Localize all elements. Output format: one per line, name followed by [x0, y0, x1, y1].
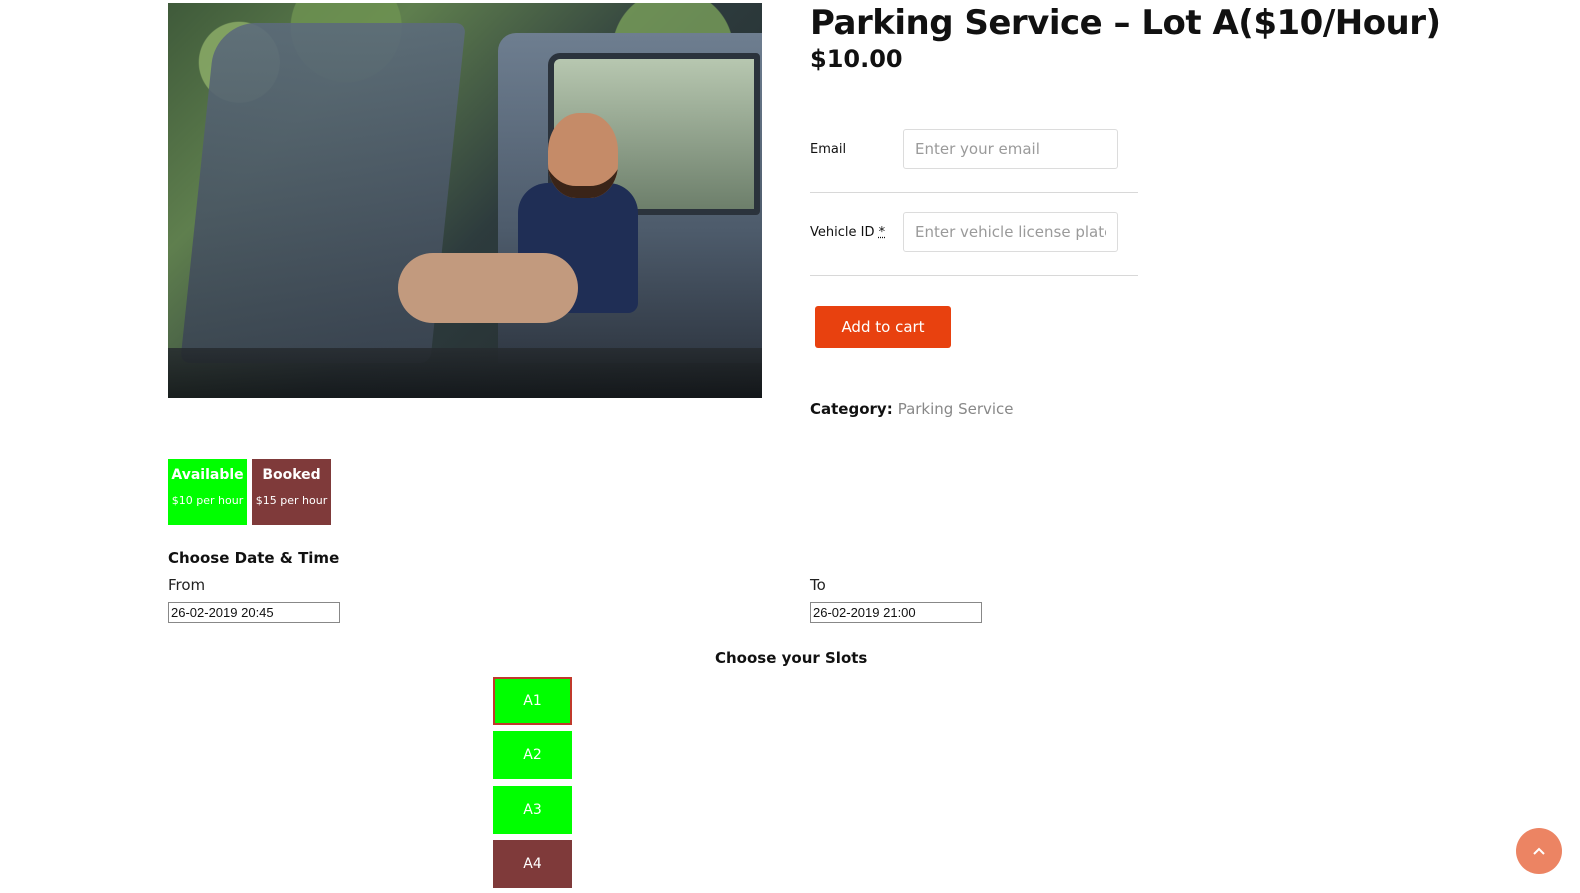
legend-available-rate: $10 per hour [171, 494, 244, 507]
slot-button-a4[interactable]: A4 [493, 840, 572, 888]
category-link[interactable]: Parking Service [898, 400, 1014, 418]
email-field[interactable] [903, 129, 1118, 169]
required-marker: * [878, 225, 886, 240]
image-person-head [548, 113, 618, 198]
date-time-heading: Choose Date & Time [168, 549, 340, 567]
image-person-leg [398, 253, 578, 323]
legend-booked-title: Booked [262, 467, 321, 483]
category-label: Category: [810, 400, 893, 418]
legend-available-title: Available [171, 467, 244, 483]
email-label: Email [810, 142, 847, 157]
from-date-input[interactable] [168, 602, 340, 623]
to-label: To [810, 576, 826, 594]
to-date-input[interactable] [810, 602, 982, 623]
vehicle-label: Vehicle ID * [810, 225, 885, 240]
legend-booked: Booked $15 per hour [252, 459, 331, 525]
vehicle-label-text: Vehicle ID [810, 225, 875, 240]
add-to-cart-button[interactable]: Add to cart [815, 306, 951, 348]
scroll-to-top-button[interactable] [1516, 828, 1562, 874]
vehicle-row: Vehicle ID * [810, 191, 1138, 276]
product-title: Parking Service – Lot A($10/Hour) [810, 3, 1441, 43]
product-image [168, 3, 762, 398]
chevron-up-icon [1533, 847, 1545, 855]
product-price: $10.00 [810, 45, 903, 73]
from-label: From [168, 576, 206, 594]
slots-heading: Choose your Slots [715, 649, 868, 667]
email-row: Email [810, 108, 1138, 193]
legend-booked-rate: $15 per hour [255, 494, 328, 507]
slot-button-a3[interactable]: A3 [493, 786, 572, 834]
slot-button-a2[interactable]: A2 [493, 731, 572, 779]
product-category: Category: Parking Service [810, 400, 1014, 418]
image-ground [168, 348, 762, 398]
product-page: Parking Service – Lot A($10/Hour) $10.00… [0, 0, 1580, 893]
legend-available: Available $10 per hour [168, 459, 247, 525]
vehicle-id-field[interactable] [903, 212, 1118, 252]
slot-button-a1[interactable]: A1 [493, 677, 572, 725]
